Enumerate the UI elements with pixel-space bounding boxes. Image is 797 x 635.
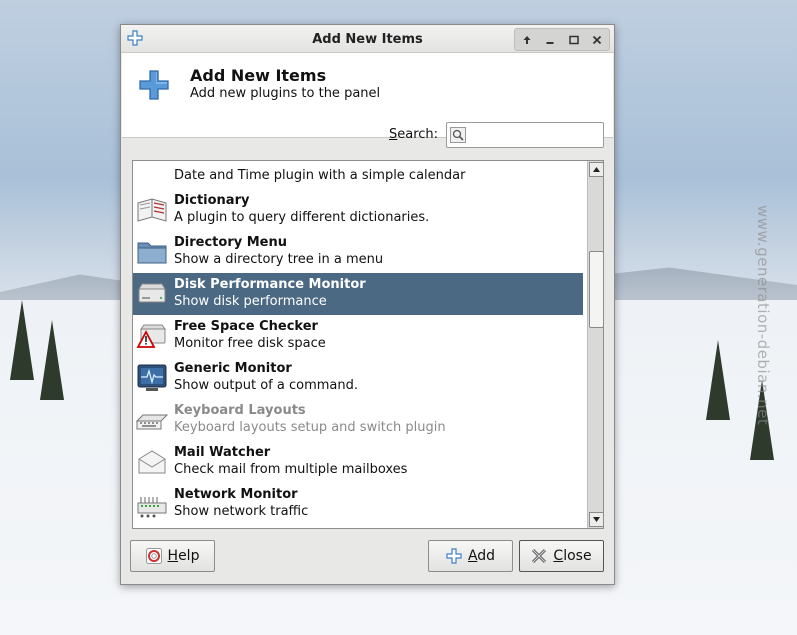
item-name: Mail Watcher [174,445,271,460]
item-description: Date and Time plugin with a simple calen… [174,168,466,183]
background-tree [10,300,34,380]
help-button[interactable]: Help [130,540,215,572]
help-label-rest: elp [178,548,200,564]
list-item[interactable]: Mail Watcher Check mail from multiple ma… [133,441,583,483]
item-description: Check mail from multiple mailboxes [174,462,408,477]
close-mnemonic: C [553,548,564,564]
window-controls [514,28,610,51]
add-mnemonic: A [467,548,478,564]
plugin-list[interactable]: Date and Time plugin with a simple calen… [132,160,604,529]
item-name: Dictionary [174,193,250,208]
header-title: Add New Items [190,66,327,85]
item-name: Free Space Checker [174,319,318,334]
search-label-rest: earch: [397,127,439,142]
item-description: Monitor free disk space [174,336,326,351]
monitor-icon [137,364,167,391]
maximize-icon[interactable] [565,31,583,49]
close-button-label: Close [553,548,591,564]
scrollbar-thumb[interactable] [589,251,603,328]
scroll-down-button[interactable] [589,512,603,527]
search-input[interactable] [469,125,601,145]
item-description: A plugin to query different dictionaries… [174,210,430,225]
folder-icon [137,242,167,264]
item-description: Keyboard layouts setup and switch plugin [174,420,446,435]
item-description: Show a directory tree in a menu [174,252,384,267]
keyboard-icon [136,414,168,430]
scroll-up-button[interactable] [589,162,603,177]
close-icon [532,548,547,564]
minimize-icon[interactable] [541,31,559,49]
titlebar[interactable]: Add New Items [121,25,614,53]
item-description: Show output of a command. [174,378,358,393]
item-description: Show network traffic [174,504,309,519]
background-tree [40,320,64,400]
add-new-items-dialog: Add New Items Add New Items Add new plug… [120,24,615,585]
list-item[interactable]: Dictionary A plugin to query different d… [133,189,583,231]
search-label: Search: [389,127,438,142]
add-icon [446,548,462,564]
disk-warning-icon [136,324,166,348]
add-label-rest: dd [477,548,496,564]
background-tree [706,340,730,420]
list-item[interactable]: Directory Menu Show a directory tree in … [133,231,583,273]
add-icon [139,70,169,100]
close-label-rest: lose [563,548,592,564]
add-button[interactable]: Add [428,540,513,572]
list-item[interactable]: Generic Monitor Show output of a command… [133,357,583,399]
close-button[interactable]: Close [519,540,604,572]
item-description: Show disk performance [174,294,327,309]
arrow-up-icon[interactable] [518,31,536,49]
item-name: Generic Monitor [174,361,292,376]
add-button-label: Add [468,548,495,564]
item-name: Network Monitor [174,487,298,502]
header-subtitle: Add new plugins to the panel [190,86,381,101]
mail-icon [138,450,166,474]
network-icon [137,497,167,518]
list-item-selected[interactable]: Disk Performance Monitor Show disk perfo… [133,273,583,315]
item-name: Keyboard Layouts [174,403,306,418]
close-icon[interactable] [588,31,606,49]
dictionary-icon [137,198,167,222]
help-button-label: Help [168,548,200,564]
list-item-disabled[interactable]: Keyboard Layouts Keyboard layouts setup … [133,399,583,441]
help-mnemonic: H [167,548,179,564]
vertical-scrollbar[interactable] [587,161,603,528]
search-field[interactable] [446,122,604,148]
disk-icon [138,283,166,303]
list-item[interactable]: Network Monitor Show network traffic [133,483,583,525]
list-item[interactable]: Date and Time plugin with a simple calen… [133,161,583,189]
search-icon [450,127,466,143]
list-item[interactable]: Free Space Checker Monitor free disk spa… [133,315,583,357]
item-name: Disk Performance Monitor [174,277,366,292]
item-name: Directory Menu [174,235,288,250]
help-icon [145,548,162,564]
desktop-watermark: www.generation-debian.net [754,205,772,426]
